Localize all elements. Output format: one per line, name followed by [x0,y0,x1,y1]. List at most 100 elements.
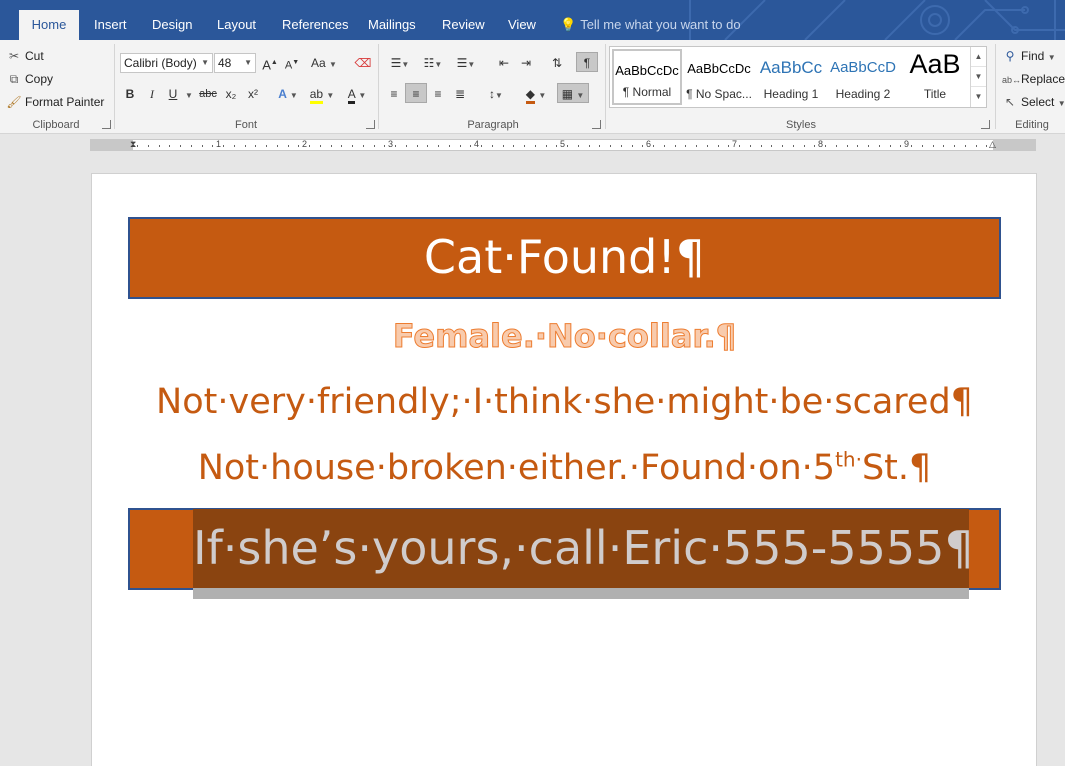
ruler-tick [674,145,676,147]
sort-icon[interactable]: ⇅ [546,53,568,73]
tab-mailings[interactable]: Mailings [358,10,426,40]
more-styles-icon[interactable]: ▼ [971,87,986,107]
subscript-button[interactable]: x₂ [220,84,242,104]
highlight-color-button[interactable]: ab ▼ [306,84,338,104]
copy-button[interactable]: ⧉ Copy [6,69,53,89]
tab-insert[interactable]: Insert [84,10,137,40]
tab-view[interactable]: View [498,10,546,40]
justify-icon[interactable]: ≣ [449,84,471,104]
replace-button[interactable]: ab↔Replace [1002,69,1065,89]
align-right-icon[interactable]: ≡ [427,84,449,104]
shrink-font-button[interactable]: A▼ [281,53,303,73]
text-effects-button[interactable]: A ▼ [273,84,303,104]
bold-button[interactable]: B [119,84,141,104]
ruler-tick [631,145,633,147]
align-left-icon[interactable]: ≡ [383,84,405,104]
ruler-number: 9 [904,139,910,149]
ruler-number: 4 [474,139,480,149]
tab-design[interactable]: Design [142,10,202,40]
editing-group-label: Editing [1015,119,1049,131]
strikethrough-button[interactable]: abc [197,84,219,104]
tell-me-search[interactable]: 💡 Tell me what you want to do [560,10,741,40]
ruler-tick [362,145,364,147]
font-size-combo[interactable]: 48 ▼ [214,53,256,73]
ruler-tick [685,145,687,147]
ruler-tick [739,145,740,147]
document-title[interactable]: Cat·Found!¶ [128,222,1001,292]
ruler-tick [814,145,816,147]
tab-references[interactable]: References [272,10,358,40]
paragraph-group-label: Paragraph [467,119,519,131]
ruler-tick [502,145,504,147]
ruler-tick [180,145,181,147]
decrease-indent-icon[interactable]: ⇤ [493,53,515,73]
multilevel-list-button[interactable]: ☰▼ [451,53,481,73]
font-color-button[interactable]: A ▼ [341,84,373,104]
document-line-female[interactable]: Female.·No·collar.¶ [128,314,1001,358]
change-case-button[interactable]: Aa ▼ [309,53,339,73]
scroll-down-icon[interactable]: ▼ [971,67,986,87]
borders-button[interactable]: ▦ ▼ [557,83,589,103]
ruler-tick [599,145,601,147]
style-heading-2[interactable]: AaBbCcD Heading 2 [828,49,898,105]
style-heading-1[interactable]: AaBbCc Heading 1 [756,49,826,105]
superscript-button[interactable]: x² [242,84,264,104]
show-hide-pilcrow-button[interactable]: ¶ [576,52,598,72]
ruler-tick [696,145,697,147]
cut-button[interactable]: ✂ Cut [6,46,44,66]
ruler-tick [169,145,171,147]
ruler-tick [373,145,375,147]
increase-indent-icon[interactable]: ⇥ [515,53,537,73]
styles-launcher-icon[interactable] [981,120,990,129]
ruler-tick [255,145,257,147]
style-title[interactable]: AaB Title [900,49,970,105]
ruler-tick [771,145,773,147]
clipboard-group-label: Clipboard [32,119,80,131]
italic-button[interactable]: I [141,84,163,104]
ruler-tick [309,145,310,147]
ruler-tick [459,145,461,147]
paintbrush-icon: 🖌 [6,95,22,109]
numbering-button[interactable]: ☷▼ [418,53,448,73]
ruler-tick [653,145,654,147]
format-painter-button[interactable]: 🖌 Format Painter [6,92,104,112]
find-button[interactable]: ⚲ Find ▼ [1002,46,1056,66]
ruler-left-margin [90,140,133,150]
styles-group-label: Styles [786,119,816,131]
underline-dropdown[interactable]: ▼ [183,84,195,104]
clear-formatting-icon[interactable]: ⌫ [352,53,374,73]
grow-font-button[interactable]: A▲ [259,53,281,73]
document-line-housebroken[interactable]: Not·house·broken·either.·Found·on·5th·St… [128,444,1001,492]
align-center-icon[interactable]: ≡ [405,83,427,103]
ruler-tick [975,145,977,147]
tab-home[interactable]: Home [19,10,79,40]
paragraph-launcher-icon[interactable] [592,120,601,129]
style-normal[interactable]: AaBbCcDc ¶ Normal [612,49,682,105]
tab-layout[interactable]: Layout [207,10,266,40]
font-name-combo[interactable]: Calibri (Body) ▼ [120,53,213,73]
bullets-button[interactable]: ☰▼ [385,53,415,73]
ruler-tick [395,145,396,147]
ruler-number: 3 [388,139,394,149]
ruler-tick [491,145,493,147]
select-button[interactable]: ↖ Select ▼ [1002,92,1065,112]
ruler-tick [416,145,418,147]
horizontal-ruler[interactable]: ⧗ 1 2 3 4 5 6 7 8 9 △ [90,139,1036,151]
styles-scroll[interactable]: ▲ ▼ ▼ [970,47,986,107]
ribbon: ✂ Cut ⧉ Copy 🖌 Format Painter Clipboard Cal… [0,40,1065,134]
font-launcher-icon[interactable] [366,120,375,129]
ruler-tick [878,145,880,147]
document-line-contact[interactable]: If·she’s·yours,·call·Eric·555-5555¶ [193,511,974,585]
cursor-arrow-icon: ↖ [1004,95,1016,109]
right-indent-marker-icon[interactable]: △ [989,139,996,150]
underline-button[interactable]: U [163,84,183,104]
ruler-tick [384,145,386,147]
clipboard-launcher-icon[interactable] [102,120,111,129]
indent-marker-icon[interactable]: ⧗ [130,139,136,150]
shading-button[interactable]: ◆ ▼ [520,84,552,104]
style-no-spacing[interactable]: AaBbCcDc ¶ No Spac... [684,49,754,105]
tab-review[interactable]: Review [432,10,495,40]
document-line-friendly[interactable]: Not·very·friendly;·I·think·she·might·be·… [128,378,1001,426]
scroll-up-icon[interactable]: ▲ [971,47,986,67]
line-spacing-button[interactable]: ↕▼ [481,84,511,104]
